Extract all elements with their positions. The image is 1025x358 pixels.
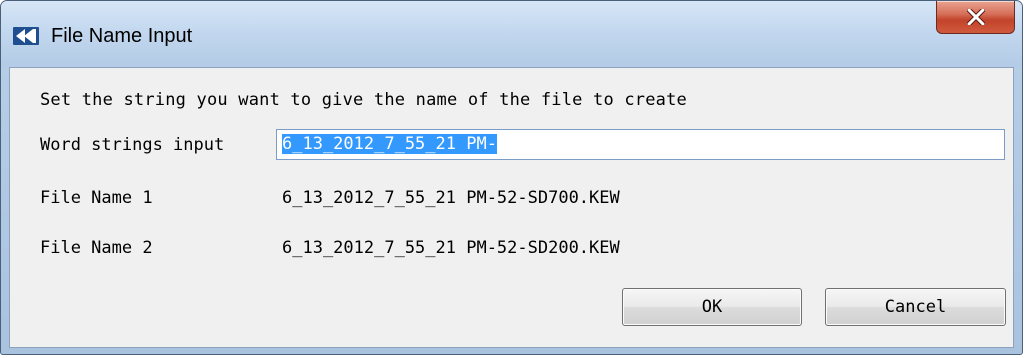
app-logo-icon: [13, 27, 39, 45]
word-strings-label: Word strings input: [40, 135, 225, 155]
dialog-body: Set the string you want to give the name…: [9, 67, 1014, 348]
word-strings-input[interactable]: 6_13_2012_7_55_21 PM-: [276, 129, 1005, 160]
instruction-text: Set the string you want to give the name…: [40, 90, 687, 110]
file-name-1-label: File Name 1: [40, 188, 153, 208]
ok-button[interactable]: OK: [622, 288, 802, 326]
close-button[interactable]: [936, 1, 1015, 34]
title-bar[interactable]: File Name Input: [1, 1, 1022, 67]
window-title: File Name Input: [51, 25, 193, 47]
cancel-button[interactable]: Cancel: [825, 288, 1006, 326]
file-name-2-label: File Name 2: [40, 238, 153, 258]
file-name-2-value: 6_13_2012_7_55_21 PM-52-SD200.KEW: [282, 238, 620, 258]
word-strings-value: 6_13_2012_7_55_21 PM-: [282, 134, 497, 154]
close-icon: [967, 9, 985, 25]
file-name-1-value: 6_13_2012_7_55_21 PM-52-SD700.KEW: [282, 188, 620, 208]
dialog-window: File Name Input Set the string you want …: [0, 0, 1023, 355]
